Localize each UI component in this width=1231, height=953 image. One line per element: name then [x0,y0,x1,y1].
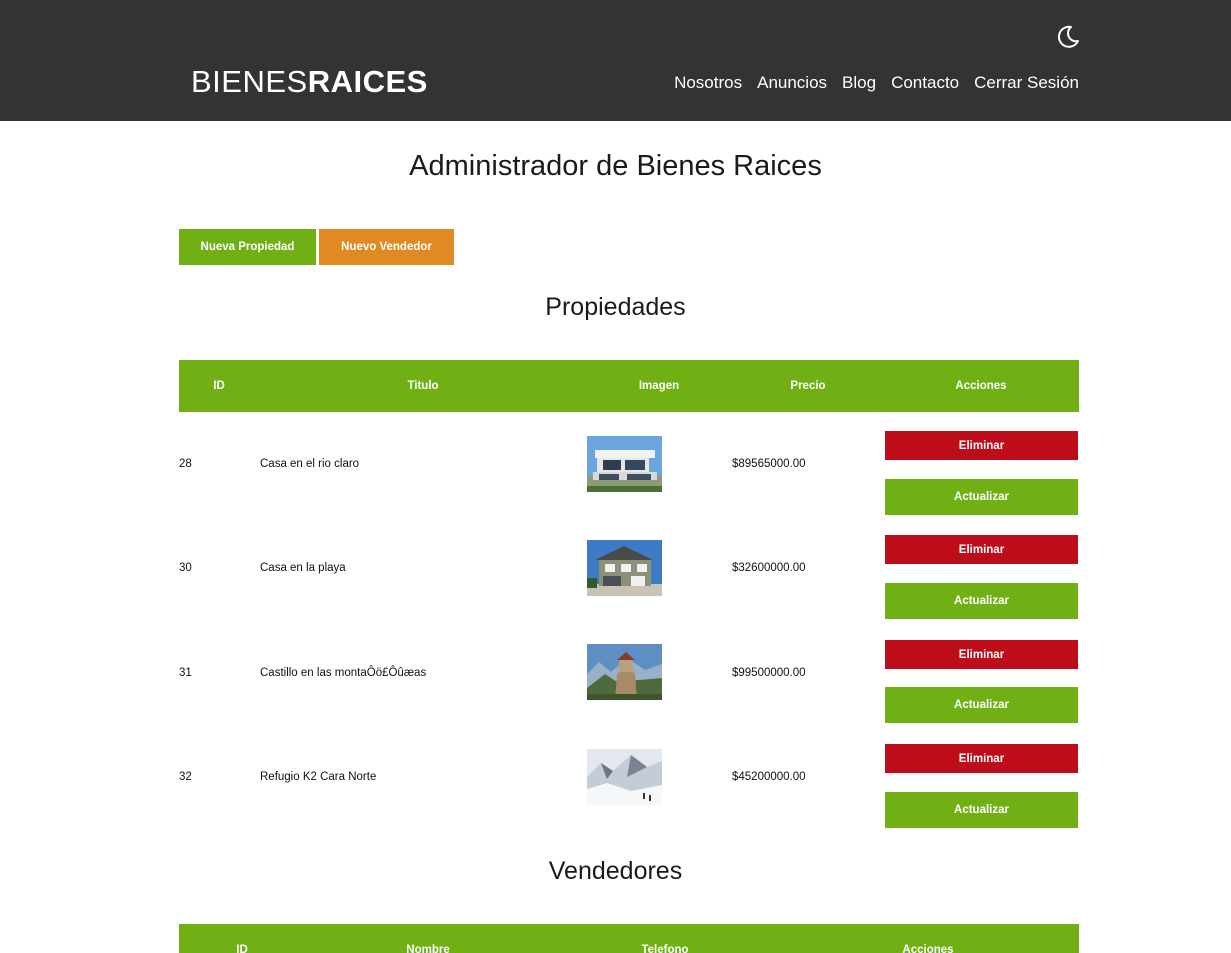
new-seller-button[interactable]: Nuevo Vendedor [319,229,454,265]
site-header: BIENESRAICES Nosotros Anuncios Blog Cont… [0,0,1231,121]
site-logo[interactable]: BIENESRAICES [191,63,428,101]
property-title: Refugio K2 Cara Norte [260,771,377,783]
sellers-title: Vendedores [548,857,683,885]
property-price: $32600000.00 [732,562,806,574]
update-button[interactable]: Actualizar [885,583,1078,619]
column-header-imagen: Imagen [638,380,680,392]
table-row: 28 Casa en el rio claro $89565000.00 Eli… [179,412,1079,516]
delete-button[interactable]: Eliminar [885,535,1078,564]
property-image [587,540,662,596]
delete-button[interactable]: Eliminar [885,431,1078,460]
column-header-precio: Precio [790,380,826,392]
nav-link-nosotros[interactable]: Nosotros [674,72,742,94]
column-header-titulo: Titulo [407,380,439,392]
property-title: Castillo en las montaÔö£Ôûæas [260,667,427,679]
table-row: 30 Casa en la playa $32600000.00 Elimina… [179,516,1079,620]
logo-light-text: BIENES [191,64,308,99]
property-id: 32 [179,771,192,783]
column-header-id: ID [236,944,248,953]
table-row: 32 Refugio K2 Cara Norte $45200000.00 El… [179,724,1079,828]
column-header-nombre: Nombre [406,944,450,953]
property-title: Casa en la playa [260,562,346,574]
update-button[interactable]: Actualizar [885,792,1078,828]
page-title: Administrador de Bienes Raices [409,150,822,182]
sellers-table-header: ID Nombre Telefono Acciones [179,924,1079,953]
table-row: 31 Castillo en las montaÔö£Ôûæas $995000… [179,620,1079,724]
property-image [587,644,662,700]
column-header-id: ID [213,380,225,392]
main-nav: Nosotros Anuncios Blog Contacto Cerrar S… [674,72,1079,94]
moon-icon[interactable] [1055,24,1081,50]
logo-bold-text: RAICES [307,64,428,99]
column-header-acciones: Acciones [955,380,1007,392]
property-title: Casa en el rio claro [260,458,360,470]
delete-button[interactable]: Eliminar [885,744,1078,773]
property-id: 30 [179,562,192,574]
property-id: 28 [179,458,192,470]
property-price: $89565000.00 [732,458,806,470]
new-property-button[interactable]: Nueva Propiedad [179,229,316,265]
delete-button[interactable]: Eliminar [885,640,1078,669]
update-button[interactable]: Actualizar [885,479,1078,515]
column-header-acciones: Acciones [902,944,954,953]
nav-link-contacto[interactable]: Contacto [891,72,959,94]
column-header-telefono: Telefono [641,944,689,953]
properties-title: Propiedades [545,293,686,321]
update-button[interactable]: Actualizar [885,687,1078,723]
property-price: $99500000.00 [732,667,806,679]
nav-link-cerrar-sesion[interactable]: Cerrar Sesión [974,72,1079,94]
property-image [587,436,662,492]
property-id: 31 [179,667,192,679]
property-price: $45200000.00 [732,771,806,783]
nav-link-blog[interactable]: Blog [842,72,876,94]
nav-link-anuncios[interactable]: Anuncios [757,72,827,94]
properties-table-header: ID Titulo Imagen Precio Acciones [179,360,1079,412]
property-image [587,749,662,805]
